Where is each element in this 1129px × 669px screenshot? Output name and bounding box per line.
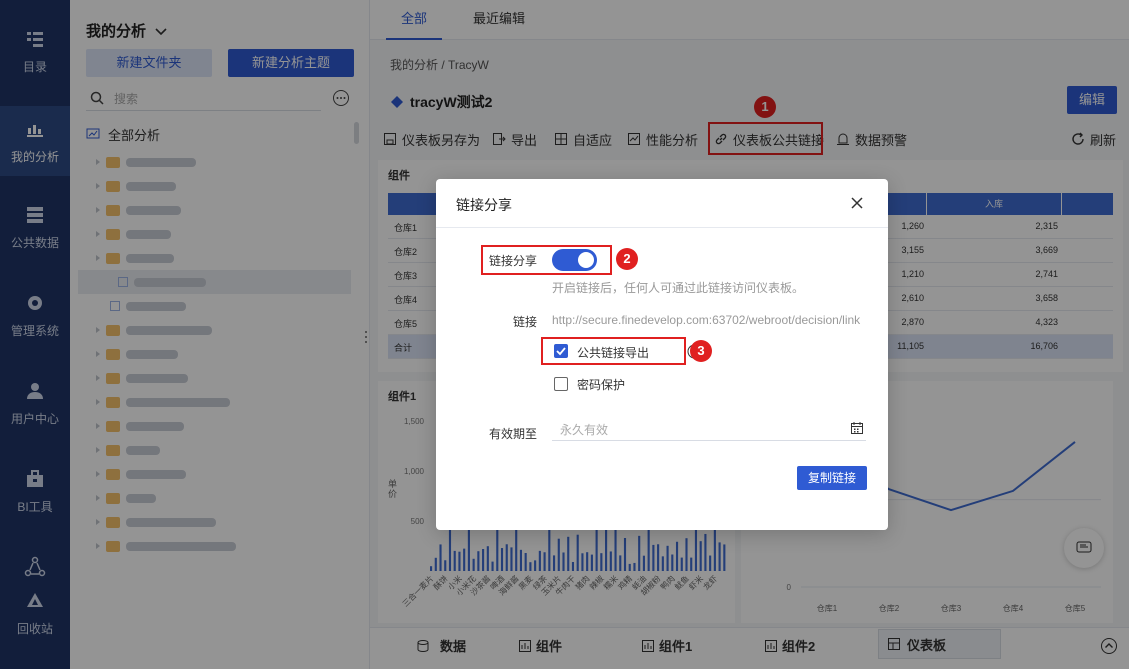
password-checkbox[interactable] — [554, 377, 568, 391]
dialog-divider — [436, 227, 888, 228]
password-label: 密码保护 — [577, 378, 626, 392]
step-badge-3: 3 — [690, 340, 712, 362]
highlight-box-3 — [541, 337, 686, 365]
copy-link-button[interactable]: 复制链接 — [797, 466, 867, 490]
dialog-title: 链接分享 — [456, 197, 512, 213]
expire-input[interactable]: 永久有效 — [552, 419, 866, 441]
close-icon[interactable] — [850, 196, 864, 210]
highlight-box-2 — [481, 245, 612, 275]
share-hint: 开启链接后，任何人可通过此链接访问仪表板。 — [552, 281, 805, 295]
expire-placeholder: 永久有效 — [560, 423, 609, 437]
expire-label: 有效期至 — [489, 427, 538, 441]
step-badge-2: 2 — [616, 248, 638, 270]
link-label: 链接 — [513, 315, 538, 329]
link-value[interactable]: http://secure.finedevelop.com:63702/webr… — [552, 313, 868, 327]
calendar-icon[interactable] — [850, 421, 864, 435]
